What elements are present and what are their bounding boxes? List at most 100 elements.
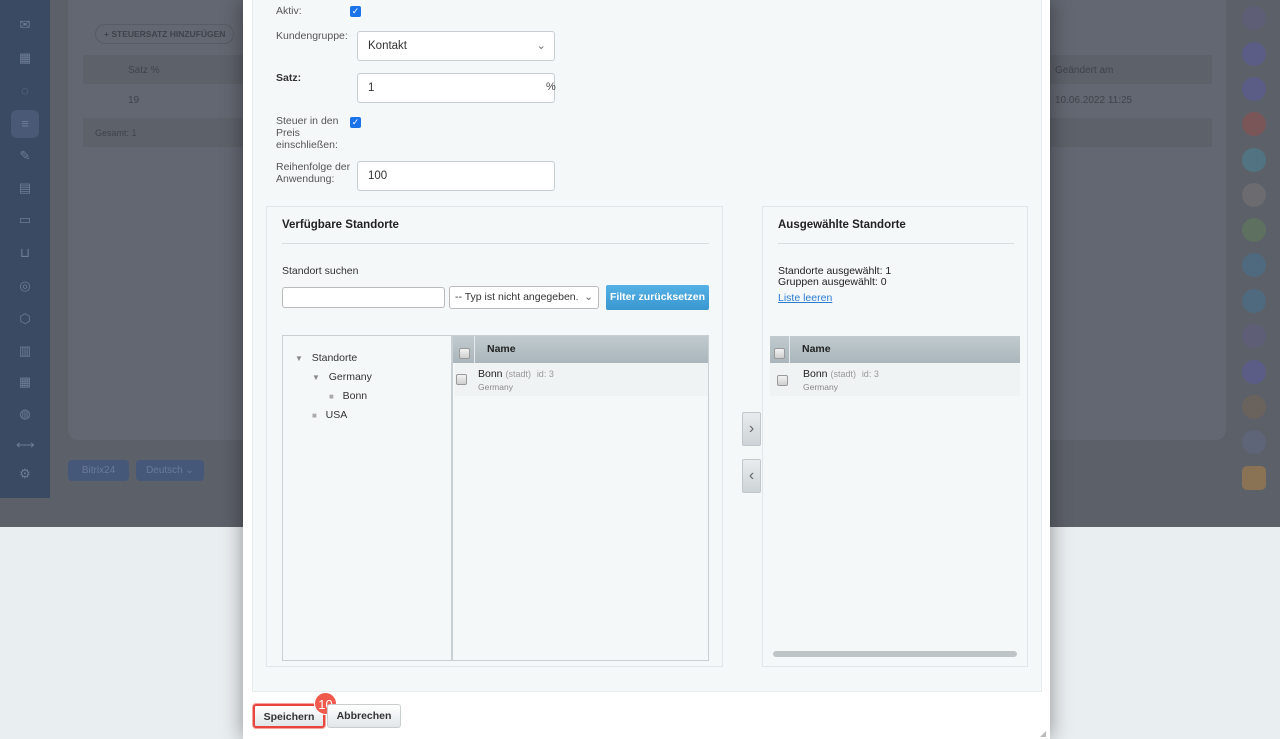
row-rate: 19 <box>128 95 140 106</box>
avatar[interactable] <box>1242 324 1266 348</box>
avatar[interactable] <box>1242 395 1266 419</box>
language-button[interactable]: Deutsch ⌄ <box>136 460 204 481</box>
pen-icon[interactable]: ✎ <box>16 147 34 165</box>
horizontal-scrollbar[interactable] <box>773 651 1017 657</box>
tree-label: Standorte <box>311 352 358 364</box>
tree-label: Bonn <box>342 390 368 402</box>
filter-icon[interactable]: ≡ <box>11 110 39 138</box>
row-name: Bonn <box>478 368 503 380</box>
table-row[interactable]: Bonn (stadt) id: 3 Germany <box>455 363 708 396</box>
triangle-down-icon: ▼ <box>295 354 303 363</box>
avatar[interactable] <box>1242 148 1266 172</box>
tax-rate-dialog: Aktiv: ✓ Kundengruppe: Kontakt ⌄ Satz: 1 … <box>243 0 1050 739</box>
reset-filter-button[interactable]: Filter zurücksetzen <box>606 285 709 310</box>
row-id: id: 3 <box>536 369 554 379</box>
left-sidebar: ✉ ▦ ◌ ≡ ✎ ▤ ▭ ⊔ ◎ ⬡ ▥ ▦ ◍ ⟷ ⚙ <box>0 0 50 498</box>
avatar[interactable] <box>1242 112 1266 136</box>
customer-group-value: Kontakt <box>368 40 407 52</box>
divider <box>282 243 709 244</box>
rate-unit: % <box>546 81 556 93</box>
search-label: Standort suchen <box>282 265 359 277</box>
chevron-left-icon: ‹ <box>748 467 755 484</box>
selected-title: Ausgewählte Standorte <box>778 219 906 231</box>
expand-icon[interactable]: ⟷ <box>16 436 35 454</box>
tree-node-usa[interactable]: ■ USA <box>312 409 347 421</box>
name-column-header: Name <box>487 343 516 355</box>
archive-icon[interactable]: ▤ <box>16 179 34 197</box>
cancel-button[interactable]: Abbrechen <box>327 704 401 728</box>
avatar[interactable] <box>1242 253 1266 277</box>
avatar[interactable] <box>1242 183 1266 207</box>
available-locations-panel: Verfügbare Standorte Standort suchen -- … <box>266 206 723 667</box>
clear-list-link[interactable]: Liste leeren <box>778 292 832 304</box>
type-select[interactable]: -- Typ ist nicht angegeben. ⌄ <box>449 286 599 309</box>
tree-node-germany[interactable]: ▼ Germany <box>312 371 372 383</box>
avatar[interactable] <box>1242 42 1266 66</box>
dialog-content: Aktiv: ✓ Kundengruppe: Kontakt ⌄ Satz: 1 … <box>252 0 1042 692</box>
mail-icon[interactable]: ✉ <box>16 16 34 34</box>
order-input[interactable]: 100 <box>357 161 555 191</box>
avatar[interactable] <box>1242 466 1266 490</box>
avatar[interactable] <box>1242 430 1266 454</box>
bitrix24-button[interactable]: Bitrix24 <box>68 460 129 481</box>
name-column-header: Name <box>802 343 831 355</box>
location-tree: ▼ Standorte ▼ Germany ■ Bonn ■ USA <box>283 336 453 660</box>
row-name: Bonn <box>803 368 828 380</box>
schedule-icon[interactable]: ▦ <box>16 373 34 391</box>
type-select-value: -- Typ ist nicht angegeben. <box>455 291 579 303</box>
card-icon[interactable]: ▭ <box>16 211 34 229</box>
avatar[interactable] <box>1242 218 1266 242</box>
customer-group-label: Kundengruppe: <box>276 30 348 42</box>
avatar[interactable] <box>1242 289 1266 313</box>
tree-node-bonn[interactable]: ■ Bonn <box>329 390 367 402</box>
available-title: Verfügbare Standorte <box>282 219 399 231</box>
rate-input[interactable]: 1 <box>357 73 555 103</box>
tree-node-standorte[interactable]: ▼ Standorte <box>295 352 357 364</box>
include-tax-label: Steuer in den Preis einschließen: <box>276 115 339 151</box>
divider <box>778 243 1014 244</box>
gear-icon[interactable]: ⚙ <box>16 465 34 483</box>
chevron-down-icon: ⌄ <box>584 291 593 303</box>
avatar[interactable] <box>1242 77 1266 101</box>
chart-icon[interactable]: ▥ <box>16 342 34 360</box>
table-row[interactable]: Bonn (stadt) id: 3 Germany <box>770 363 1020 396</box>
include-tax-checkbox[interactable]: ✓ <box>350 117 361 128</box>
avatar[interactable] <box>1242 360 1266 384</box>
bullet-icon: ■ <box>329 392 334 401</box>
chat-icon[interactable]: ◌ <box>16 82 34 100</box>
rate-label: Satz: <box>276 72 302 84</box>
row-id: id: 3 <box>861 369 879 379</box>
triangle-down-icon: ▼ <box>312 373 320 382</box>
chevron-right-icon: › <box>748 420 755 437</box>
row-changed: 10.06.2022 11:25 <box>1055 95 1133 106</box>
select-all-checkbox[interactable] <box>459 348 470 359</box>
box-icon[interactable]: ⬡ <box>16 310 34 328</box>
available-table-header: Name <box>453 336 708 363</box>
calendar-icon[interactable]: ▦ <box>16 49 34 67</box>
chevron-down-icon: ⌄ <box>536 40 546 52</box>
bullet-icon: ■ <box>312 411 317 420</box>
location-search-input[interactable] <box>282 287 445 308</box>
customer-group-select[interactable]: Kontakt ⌄ <box>357 31 555 61</box>
row-checkbox[interactable] <box>456 374 467 385</box>
language-label: Deutsch <box>146 465 183 476</box>
row-checkbox[interactable] <box>777 375 788 386</box>
tree-label: USA <box>325 409 348 421</box>
right-avatar-bar <box>1228 0 1280 527</box>
column-changed: Geändert am <box>1055 65 1114 76</box>
active-label: Aktiv: <box>276 5 302 17</box>
avatar[interactable] <box>1242 6 1266 30</box>
active-checkbox[interactable]: ✓ <box>350 6 361 17</box>
order-label: Reihenfolge der Anwendung: <box>276 161 351 185</box>
target-icon[interactable]: ◎ <box>16 277 34 295</box>
select-all-checkbox[interactable] <box>774 348 785 359</box>
add-tax-rate-button[interactable]: + STEUERSATZ HINZUFÜGEN <box>95 24 235 44</box>
row-parent: Germany <box>803 382 838 392</box>
add-location-button[interactable]: › <box>742 412 761 446</box>
remove-location-button[interactable]: ‹ <box>742 459 761 493</box>
cart-icon[interactable]: ⊔ <box>16 244 34 262</box>
resize-handle-icon[interactable]: ◢ <box>1040 729 1046 738</box>
column-rate: Satz % <box>128 65 160 76</box>
total-count: Gesamt: 1 <box>95 128 137 138</box>
lifebuoy-icon[interactable]: ◍ <box>16 405 34 423</box>
